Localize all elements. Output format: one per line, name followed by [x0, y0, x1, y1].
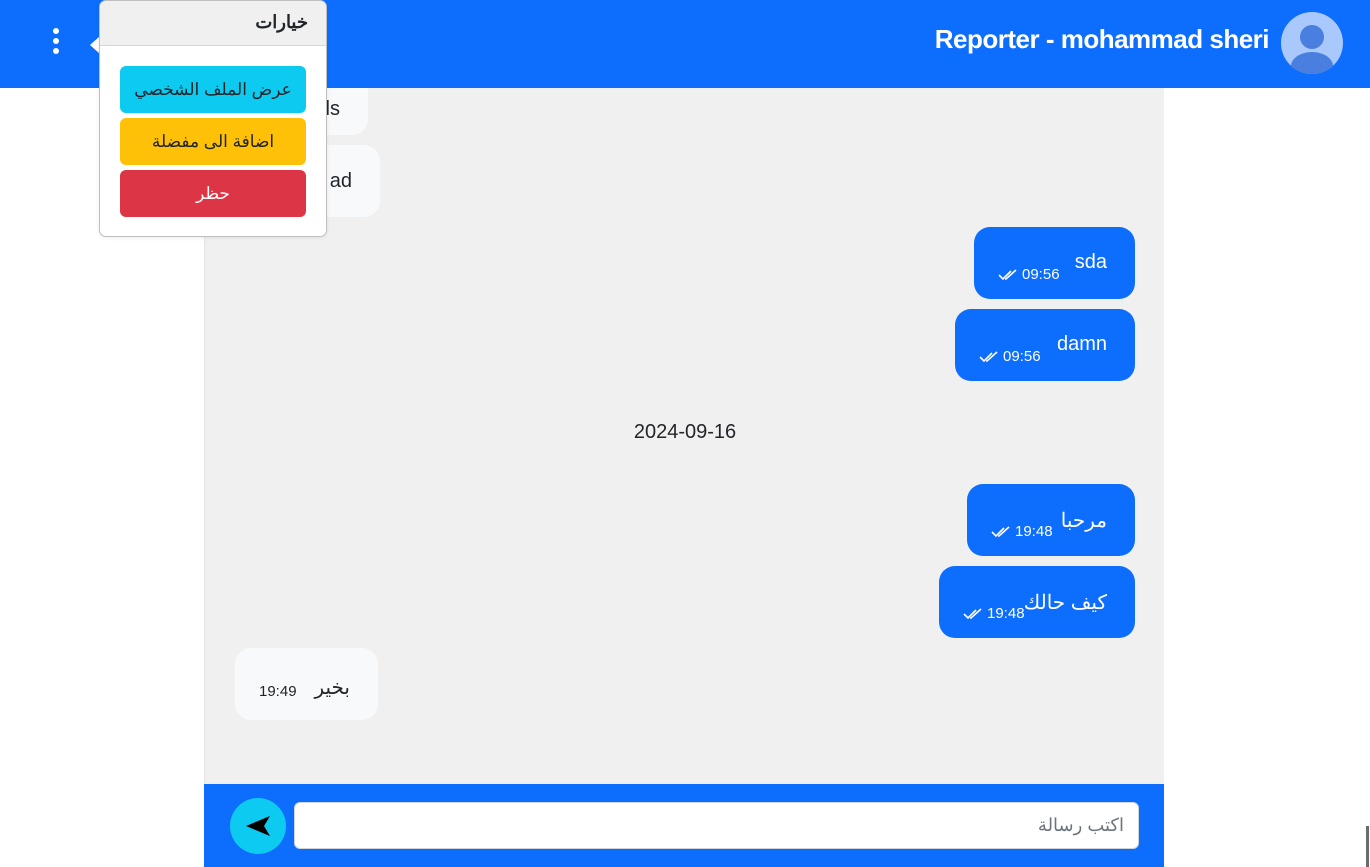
send-icon [246, 816, 270, 836]
message-meta: 19:48 [991, 523, 1053, 540]
message-text: ls [325, 98, 340, 120]
message-time: 09:56 [1003, 348, 1041, 365]
message-time: 19:48 [1015, 523, 1053, 540]
message-text: مرحبا [1060, 510, 1107, 532]
message-time: 09:56 [1022, 266, 1060, 283]
message-bubble-incoming: بخير 19:49 [235, 648, 378, 720]
message-text: damn [1056, 333, 1107, 355]
popover-title: خيارات [255, 12, 308, 32]
message-text: sda [1074, 251, 1107, 273]
message-composer [204, 784, 1164, 867]
double-check-icon [979, 350, 998, 362]
message-meta: 19:48 [963, 605, 1025, 622]
messages-pane[interactable]: ls ad sda 09:56 damn 09:56 2024-09-16 مر… [204, 88, 1164, 784]
user-avatar-icon[interactable] [1281, 12, 1343, 74]
message-meta: 09:56 [979, 348, 1041, 365]
chat-title: Reporter - mohammad sheri [934, 24, 1270, 54]
scrollbar-thumb[interactable] [1366, 826, 1369, 867]
message-text: ad [329, 170, 352, 192]
block-button[interactable]: حظر [120, 170, 306, 217]
popover-header: خيارات [100, 1, 326, 46]
add-to-favorites-button[interactable]: اضافة الى مفضلة [120, 118, 306, 165]
message-time: 19:48 [987, 605, 1025, 622]
date-separator: 2024-09-16 [633, 421, 737, 443]
message-bubble-outgoing: damn 09:56 [955, 309, 1135, 381]
send-button[interactable] [230, 798, 286, 854]
kebab-menu-icon[interactable] [46, 26, 66, 58]
double-check-icon [998, 268, 1017, 280]
message-bubble-outgoing: مرحبا 19:48 [967, 484, 1135, 556]
options-popover: خيارات عرض الملف الشخصي اضافة الى مفضلة … [99, 0, 327, 237]
message-bubble-outgoing: كيف حالك 19:48 [939, 566, 1135, 638]
message-bubble-outgoing: sda 09:56 [974, 227, 1135, 299]
double-check-icon [963, 607, 982, 619]
view-profile-button[interactable]: عرض الملف الشخصي [120, 66, 306, 113]
message-time: 19:49 [259, 683, 297, 700]
double-check-icon [991, 525, 1010, 537]
message-meta: 09:56 [998, 266, 1060, 283]
message-text: كيف حالك [1023, 592, 1107, 614]
message-text: بخير [314, 677, 350, 699]
message-input[interactable] [294, 802, 1139, 849]
